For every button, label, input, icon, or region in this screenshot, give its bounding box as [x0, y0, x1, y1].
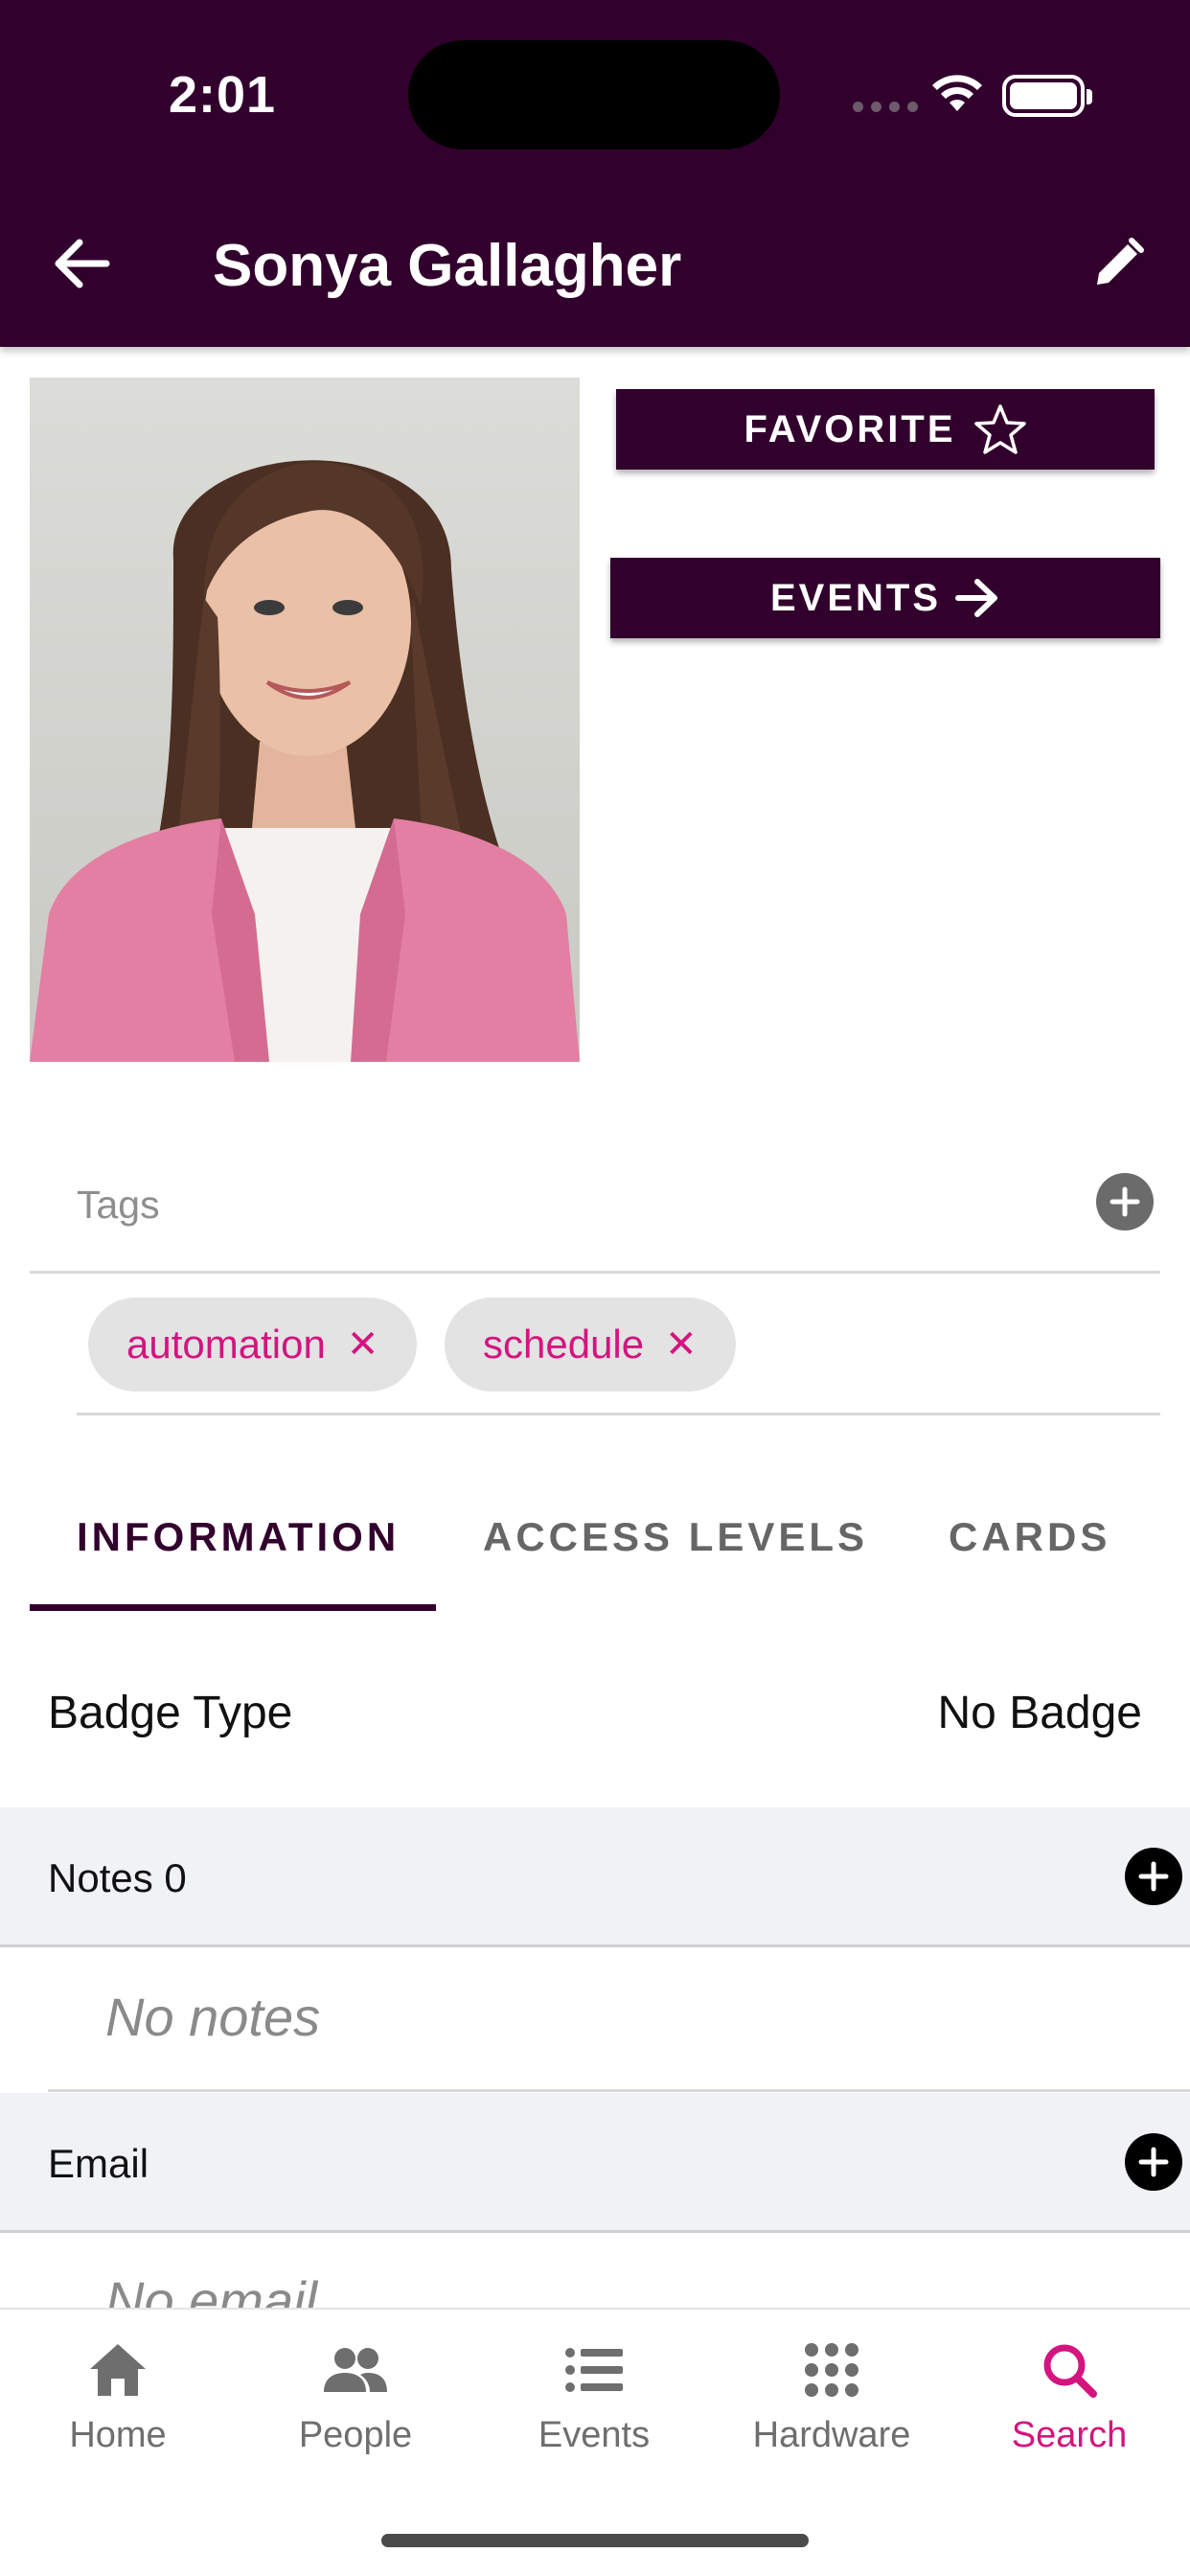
home-indicator: [381, 2534, 809, 2547]
nav-hardware-label: Hardware: [752, 2415, 911, 2455]
dynamic-island: [408, 40, 780, 150]
chips-divider: [77, 1413, 1160, 1415]
tags-label: Tags: [77, 1183, 160, 1227]
plus-icon: [1138, 1861, 1169, 1892]
list-icon: [561, 2338, 628, 2402]
tag-chip[interactable]: automation ✕: [88, 1298, 418, 1392]
plus-icon: [1138, 2147, 1169, 2177]
events-button-label: EVENTS: [769, 576, 942, 619]
tags-divider: [30, 1271, 1160, 1274]
plus-icon: [1110, 1186, 1140, 1217]
nav-home-label: Home: [69, 2415, 167, 2455]
badge-type-label: Badge Type: [48, 1688, 293, 1738]
grid-icon: [798, 2338, 865, 2402]
home-icon: [84, 2338, 151, 2402]
nav-search[interactable]: Search: [973, 2338, 1165, 2456]
search-icon: [1036, 2338, 1103, 2402]
profile-photo: [30, 378, 580, 1062]
nav-people[interactable]: People: [260, 2338, 451, 2456]
tag-chip[interactable]: schedule ✕: [445, 1298, 736, 1392]
badge-type-value: No Badge: [937, 1688, 1143, 1738]
remove-tag-icon[interactable]: ✕: [665, 1325, 698, 1364]
tab-cards[interactable]: CARDS: [949, 1514, 1110, 1560]
email-label: Email: [48, 2141, 149, 2186]
favorite-button[interactable]: FAVORITE: [616, 389, 1155, 470]
portrait-image: [30, 378, 580, 1062]
edit-button[interactable]: [1085, 230, 1152, 297]
email-section-header: Email: [0, 2093, 1190, 2233]
wifi-icon: [932, 75, 982, 111]
page-title: Sonya Gallagher: [213, 233, 682, 299]
notes-section-header: Notes 0: [0, 1807, 1190, 1947]
people-icon: [322, 2338, 389, 2402]
tab-access-levels[interactable]: ACCESS LEVELS: [483, 1514, 868, 1560]
notes-divider: [48, 2089, 1190, 2092]
remove-tag-icon[interactable]: ✕: [347, 1325, 379, 1364]
events-button[interactable]: EVENTS: [610, 558, 1160, 638]
arrow-right-icon: [955, 579, 998, 617]
star-outline-icon: [973, 404, 1026, 454]
favorite-button-label: FAVORITE: [744, 407, 956, 450]
nav-people-label: People: [298, 2415, 413, 2455]
pencil-icon: [1097, 238, 1144, 285]
back-button[interactable]: [48, 230, 115, 297]
add-email-button[interactable]: [1125, 2133, 1182, 2191]
nav-events[interactable]: Events: [498, 2338, 690, 2456]
battery-icon: [1002, 75, 1092, 117]
nav-events-label: Events: [538, 2415, 651, 2455]
status-time: 2:01: [169, 66, 277, 124]
tag-chip-label: schedule: [483, 1322, 645, 1367]
add-tag-button[interactable]: [1096, 1173, 1154, 1230]
notes-label: Notes 0: [48, 1855, 187, 1900]
arrow-left-icon: [55, 239, 110, 288]
tag-chip-label: automation: [126, 1322, 326, 1367]
cellular-signal-icon: [853, 102, 918, 112]
nav-search-label: Search: [1011, 2415, 1128, 2455]
add-note-button[interactable]: [1125, 1848, 1182, 1905]
nav-hardware[interactable]: Hardware: [736, 2338, 927, 2456]
screen: 2:01 Sonya Gallagher FAVORITE EVENTS Tag…: [0, 0, 1190, 2576]
app-header: 2:01 Sonya Gallagher: [0, 0, 1190, 347]
active-tab-indicator: [30, 1604, 436, 1611]
tab-information[interactable]: INFORMATION: [77, 1514, 400, 1560]
nav-home[interactable]: Home: [22, 2338, 214, 2456]
no-notes-text: No notes: [105, 1987, 321, 2047]
